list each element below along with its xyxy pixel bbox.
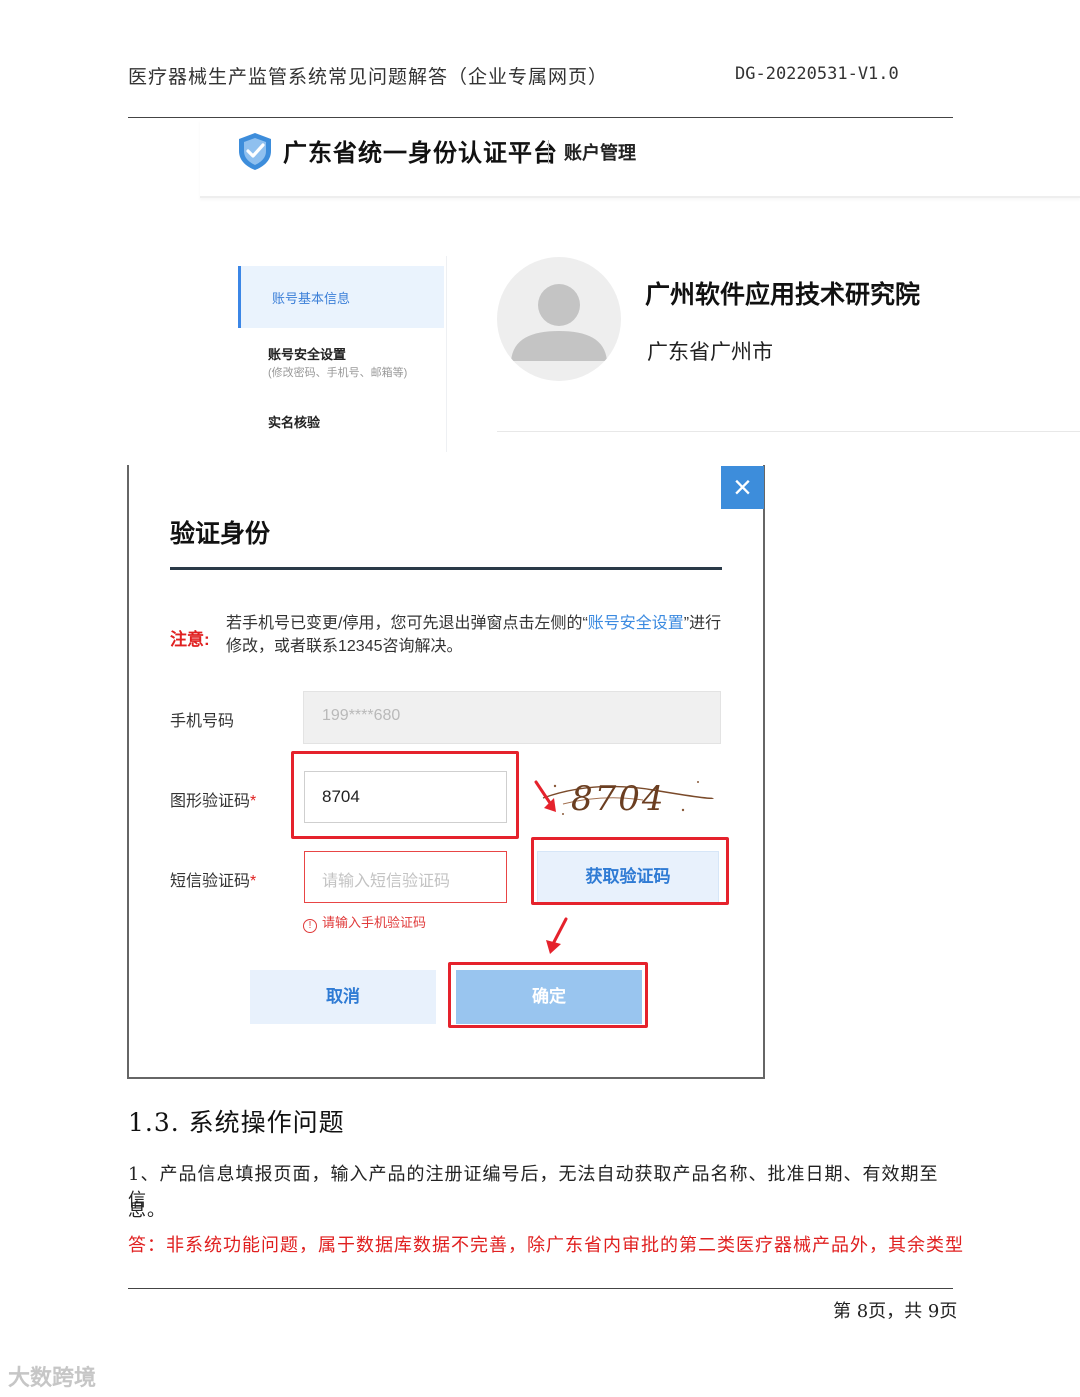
svg-text:8704: 8704 [571,779,666,819]
account-security-link[interactable]: 账号安全设置 [588,615,684,632]
platform-subtitle: 账户管理 [564,143,636,163]
red-arrow-icon [546,917,568,954]
title-separator [548,140,549,164]
sidebar-item-verification[interactable]: 实名核验 [268,412,320,431]
note-label: 注意: [170,630,210,649]
note-text: 若手机号已变更/停用，您可先退出弹窗点击左侧的“账号安全设置”进行修改，或者联系… [226,615,722,655]
sms-label: 短信验证码* [170,873,257,890]
sms-code-placeholder[interactable]: 请输入短信验证码 [322,867,450,891]
red-arrow-icon [534,780,556,812]
dialog-title-underline [170,567,722,570]
header-divider [128,117,953,118]
profile-divider [497,431,1080,432]
captcha-highlight-box [291,751,519,839]
watermark: 大数跨境 [8,1366,97,1391]
cancel-button[interactable]: 取消 [250,970,436,1024]
doc-header-title: 医疗器械生产监管系统常见问题解答（企业专属网页） [128,66,609,88]
dialog-title: 验证身份 [170,520,271,548]
user-avatar-icon [511,284,607,361]
sidebar-item-security[interactable]: 账号安全设置 [268,344,346,363]
phone-value: 199****680 [322,707,401,724]
doc-id: DG-20220531-V1.0 [735,64,899,84]
sidebar-item-label[interactable]: 账号基本信息 [272,288,350,307]
section-title: 1.3. 系统操作问题 [128,1108,345,1137]
error-icon: ! [303,919,317,933]
question-line-2: 息。 [128,1200,166,1221]
get-code-highlight-box [531,837,729,905]
org-location: 广东省广州市 [647,341,773,364]
answer-text: 答：非系统功能问题，属于数据库数据不完善，除广东省内审批的第二类医疗器械产品外，… [128,1235,964,1256]
captcha-image[interactable]: 8704 [533,770,718,822]
shield-icon [239,133,271,170]
phone-label: 手机号码 [170,713,235,730]
avatar [497,257,621,381]
sidebar-item-security-sub: (修改密码、手机号、邮箱等) [268,367,408,379]
close-icon[interactable]: × [721,466,764,509]
page-number: 第 8页，共 9页 [833,1301,958,1322]
sms-error-message: ! 请输入手机验证码 [303,912,426,933]
org-name: 广州软件应用技术研究院 [645,281,921,309]
footer-divider [128,1288,953,1289]
confirm-highlight-box [448,962,648,1028]
captcha-label: 图形验证码* [170,793,257,810]
platform-title: 广东省统一身份认证平台 [283,140,558,167]
